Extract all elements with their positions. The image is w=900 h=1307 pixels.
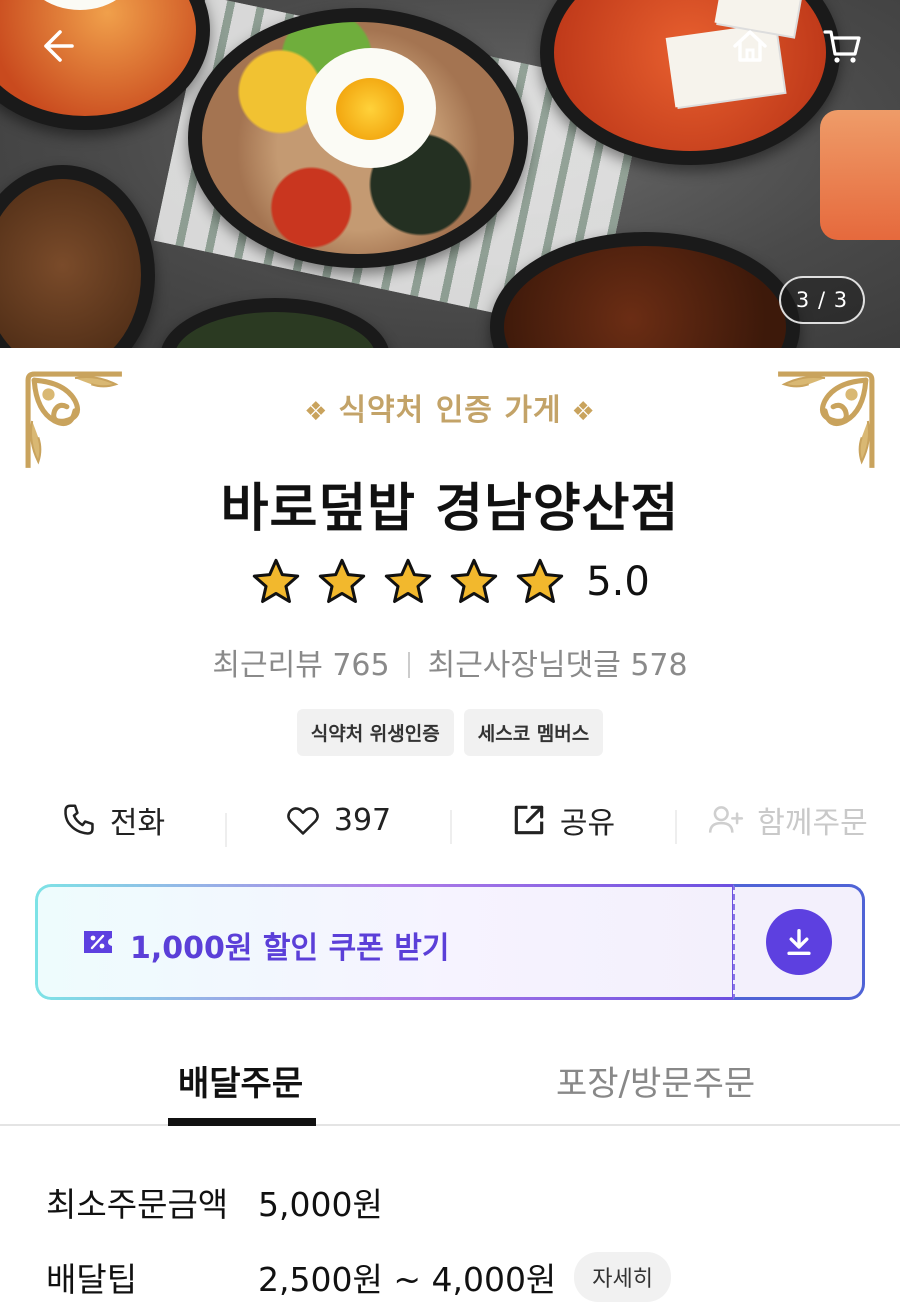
badge-cesco: 세스코 멤버스 — [463, 709, 604, 756]
certification-label: 식약처 인증 가게 — [338, 393, 562, 428]
store-rating: 5.0 — [0, 556, 900, 608]
food-bowl-bottom-left — [0, 165, 155, 348]
coupon-label: 1,000원 할인 쿠폰 받기 — [130, 931, 450, 966]
delivery-tip-row: 배달팁 2,500원 ~ 4,000원 자세히 — [46, 1252, 672, 1302]
share-label: 공유 — [559, 806, 616, 841]
cart-icon — [823, 30, 861, 63]
group-order-label: 함께주문 — [757, 806, 868, 841]
tip-detail-button[interactable]: 자세히 — [574, 1252, 672, 1302]
recent-reviews[interactable]: 최근리뷰 765 — [212, 648, 389, 683]
coupon-download-button[interactable] — [765, 909, 832, 975]
store-badges: 식약처 위생인증 세스코 멤버스 — [0, 709, 900, 756]
image-page-counter: 3 / 3 — [779, 276, 865, 324]
delivery-tip-label: 배달팁 — [46, 1260, 138, 1299]
star-icon — [451, 558, 498, 604]
heart-icon — [287, 807, 319, 835]
download-icon — [786, 928, 811, 956]
food-bowl-center — [188, 8, 528, 268]
rating-value: 5.0 — [586, 559, 650, 605]
back-button[interactable] — [32, 22, 80, 70]
call-button[interactable]: 전화 — [0, 798, 225, 842]
call-label: 전화 — [109, 806, 166, 841]
tab-pickup[interactable]: 포장/방문주문 — [480, 1040, 900, 1124]
min-order-label: 최소주문금액 — [46, 1185, 229, 1224]
certification-banner: ❖ 식약처 인증 가게 ❖ — [0, 385, 900, 429]
badge-hygiene: 식약처 위생인증 — [296, 709, 454, 756]
share-button[interactable]: 공유 — [450, 798, 675, 844]
coupon-icon — [84, 931, 112, 953]
star-icon — [253, 558, 300, 604]
star-icon — [517, 558, 564, 604]
like-count: 397 — [333, 802, 392, 838]
divider — [407, 652, 410, 678]
leaf-icon: ❖ — [304, 397, 329, 427]
owner-replies[interactable]: 최근사장님댓글 578 — [428, 648, 688, 683]
store-hero-image[interactable]: 3 / 3 — [0, 0, 900, 348]
like-button[interactable]: 397 — [225, 801, 450, 847]
share-icon — [514, 805, 544, 835]
add-user-icon — [709, 806, 744, 833]
order-type-tabs: 배달주문 포장/방문주문 — [0, 1040, 900, 1126]
drink-glass — [820, 110, 900, 240]
min-order-value: 5,000원 — [258, 1185, 383, 1224]
review-stats[interactable]: 최근리뷰 765 최근사장님댓글 578 — [0, 640, 900, 684]
back-arrow-icon — [44, 30, 74, 62]
leaf-icon: ❖ — [571, 397, 596, 427]
coupon-main[interactable]: 1,000원 할인 쿠폰 받기 — [35, 884, 735, 1000]
coupon-download-area[interactable] — [733, 884, 865, 1000]
store-actions: 전화 397 공유 함께주문 — [0, 790, 900, 850]
star-icon — [319, 558, 366, 604]
home-button[interactable] — [726, 22, 774, 70]
coupon-banner[interactable]: 1,000원 할인 쿠폰 받기 — [35, 884, 865, 1000]
tab-delivery[interactable]: 배달주문 — [0, 1040, 480, 1126]
group-order-button[interactable]: 함께주문 — [675, 798, 900, 844]
min-order-row: 최소주문금액 5,000원 — [46, 1178, 383, 1226]
delivery-tip-value: 2,500원 ~ 4,000원 — [258, 1260, 557, 1299]
cart-button[interactable] — [818, 22, 866, 70]
home-icon — [733, 30, 767, 62]
food-bowl-bottom-center — [160, 298, 390, 348]
star-icon — [385, 558, 432, 604]
phone-icon — [64, 804, 94, 835]
store-name: 바로덮밥 경남양산점 — [220, 479, 680, 539]
